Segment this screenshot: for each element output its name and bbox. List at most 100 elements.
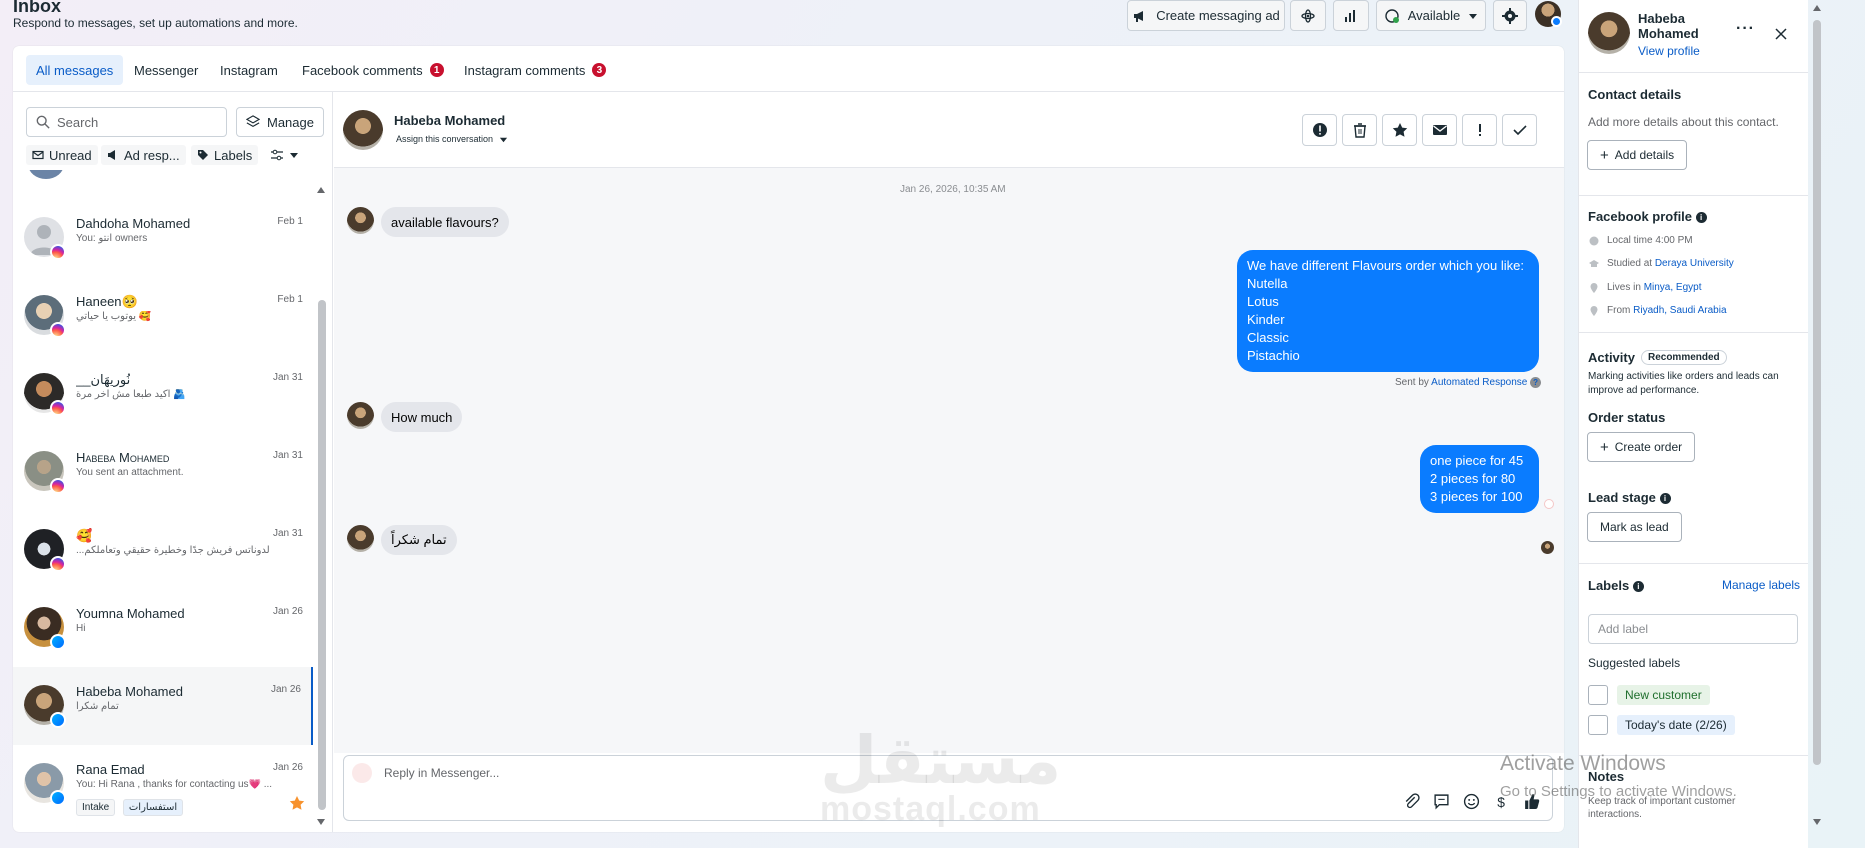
tab-label: Instagram comments xyxy=(464,62,586,78)
mark-unread-button[interactable] xyxy=(1422,114,1457,146)
create-messaging-ad-button[interactable]: Create messaging ad xyxy=(1127,0,1285,31)
list-item-partial[interactable] xyxy=(28,170,64,179)
sent-by-prefix: Sent by xyxy=(1395,377,1429,389)
conversation-name: __نُوريهَان xyxy=(76,372,131,387)
conversation-snippet: يوتوب يا حياتي 🥰 xyxy=(76,311,152,322)
search-icon xyxy=(36,115,50,129)
conversation-item[interactable]: Dahdoha Mohamed Feb 1 You: انتو owners xyxy=(13,199,313,277)
conversation-item[interactable]: Rana Emad Jan 26 You: Hi Rana , thanks f… xyxy=(13,745,313,831)
conversation-item-selected[interactable]: Habeba Mohamed Jan 26 تمام شكراً xyxy=(13,667,313,745)
scroll-down-icon[interactable] xyxy=(316,818,326,826)
contact-name[interactable]: Habeba Mohamed xyxy=(394,113,505,128)
messenger-icon xyxy=(50,634,66,650)
activate-windows-desc: Go to Settings to activate Windows. xyxy=(1500,783,1737,800)
insights-button[interactable] xyxy=(1333,0,1369,31)
watermark-logo: مستقل xyxy=(820,723,1062,797)
conversation-item[interactable]: 🥰 Jan 31 ...لدوناتس فريش جدًا وخطيرة حقي… xyxy=(13,511,313,589)
date-stamp: Jan 26, 2026, 10:35 AM xyxy=(900,184,1006,195)
tab-label: Instagram xyxy=(220,62,278,78)
mark-done-button[interactable] xyxy=(1502,114,1537,146)
exclamation-icon xyxy=(1478,124,1481,136)
page-subtitle: Respond to messages, set up automations … xyxy=(13,16,298,30)
checkmark-icon xyxy=(1512,125,1527,136)
label-tag: استفسارات xyxy=(122,799,184,816)
manage-label: Manage xyxy=(267,114,314,130)
seen-indicator-icon xyxy=(1544,499,1554,509)
conversation-snippet: تمام شكراً xyxy=(76,701,119,712)
atom-icon xyxy=(1301,8,1315,23)
conversation-date: Jan 31 xyxy=(272,450,303,461)
tab-facebook-comments[interactable]: Facebook comments 1 xyxy=(292,55,454,85)
conversation-date: Feb 1 xyxy=(277,216,303,227)
scroll-up-icon[interactable] xyxy=(316,186,326,194)
activate-windows-title: Activate Windows xyxy=(1500,752,1666,775)
delete-button[interactable] xyxy=(1342,114,1377,146)
layers-icon xyxy=(246,115,260,128)
report-button[interactable] xyxy=(1302,114,1337,146)
megaphone-icon xyxy=(1134,10,1144,22)
conversation-snippet: ...لدوناتس فريش جدًا وخطيرة حقيقي وتعامل… xyxy=(76,545,270,556)
emoji-icon[interactable] xyxy=(1463,793,1480,810)
unread-badge: 3 xyxy=(592,63,607,77)
reply-placeholder: Reply in Messenger... xyxy=(384,766,500,780)
instagram-icon xyxy=(50,244,66,260)
tab-messenger[interactable]: Messenger xyxy=(124,55,208,85)
conversation-name: Habeba Mohamed xyxy=(76,684,183,699)
list-scrollbar-thumb[interactable] xyxy=(318,300,326,810)
manage-button[interactable]: Manage xyxy=(236,107,324,137)
scroll-down-icon[interactable] xyxy=(1812,818,1822,826)
conversation-date: Feb 1 xyxy=(277,294,303,305)
sliders-icon xyxy=(271,149,283,161)
instagram-icon xyxy=(50,478,66,494)
automation-button[interactable] xyxy=(1290,0,1326,31)
star-button[interactable] xyxy=(1382,114,1417,146)
tab-instagram[interactable]: Instagram xyxy=(210,55,288,85)
availability-label: Available xyxy=(1407,8,1461,23)
contact-details-section xyxy=(1578,73,1808,196)
availability-dropdown[interactable]: Available xyxy=(1376,0,1486,31)
conversation-snippet: اكيد طبعا مش آخر مرة 🫂 xyxy=(76,389,186,400)
sent-by-note: Sent by Automated Response ? xyxy=(1395,377,1542,389)
star-icon[interactable] xyxy=(289,795,305,811)
filter-options-button[interactable] xyxy=(264,145,305,165)
conversation-name: Rana Emad xyxy=(76,762,145,777)
tab-instagram-comments[interactable]: Instagram comments 3 xyxy=(454,55,616,85)
help-icon[interactable]: ? xyxy=(1530,377,1542,388)
filter-labels[interactable]: Labels xyxy=(191,145,259,165)
conversation-name: Haneen🥺 xyxy=(76,294,138,309)
search-input[interactable]: Search xyxy=(26,107,227,137)
conversation-name: Dahdoha Mohamed xyxy=(76,216,191,231)
watermark-url: mostaql.com xyxy=(820,790,1041,828)
filter-label: Unread xyxy=(49,147,92,163)
scroll-up-icon[interactable] xyxy=(1812,4,1822,12)
automated-response-link[interactable]: Automated Response xyxy=(1431,377,1527,388)
facebook-profile-section xyxy=(1578,196,1808,333)
conversation-name: Youmna Mohamed xyxy=(76,606,185,621)
outgoing-message: one piece for 45 2 pieces for 80 3 piece… xyxy=(1420,445,1539,513)
spam-button[interactable] xyxy=(1462,114,1497,146)
contact-avatar[interactable] xyxy=(343,110,383,150)
details-scrollbar-thumb[interactable] xyxy=(1813,20,1821,765)
instagram-icon xyxy=(50,322,66,338)
assign-label: Assign this conversation xyxy=(396,134,494,144)
attachment-icon[interactable] xyxy=(1403,793,1420,810)
filter-unread[interactable]: Unread xyxy=(26,145,98,165)
settings-button[interactable] xyxy=(1493,0,1527,31)
conversation-date: Jan 26 xyxy=(272,762,303,773)
tab-label: Messenger xyxy=(134,62,199,78)
assign-conversation-dropdown[interactable]: Assign this conversation xyxy=(396,134,508,144)
create-messaging-ad-label: Create messaging ad xyxy=(1156,8,1280,23)
conversation-item[interactable]: __نُوريهَان Jan 31 اكيد طبعا مش آخر مرة … xyxy=(13,355,313,433)
availability-icon xyxy=(1385,8,1399,23)
conversation-item[interactable]: Habeba Mohamed Jan 31 You sent an attach… xyxy=(13,433,313,511)
tab-all-messages[interactable]: All messages xyxy=(26,55,124,85)
filter-ad-responses[interactable]: Ad resp... xyxy=(101,145,186,165)
saved-replies-icon[interactable] xyxy=(1433,793,1450,810)
conversation-item[interactable]: Haneen🥺 Feb 1 يوتوب يا حياتي 🥰 xyxy=(13,277,313,355)
incoming-message: How much xyxy=(381,402,463,432)
caret-down-icon xyxy=(290,153,298,158)
page-title: Inbox xyxy=(13,0,61,16)
trash-icon xyxy=(1353,123,1366,138)
envelope-icon xyxy=(32,150,44,160)
conversation-item[interactable]: Youmna Mohamed Jan 26 Hi xyxy=(13,589,313,667)
